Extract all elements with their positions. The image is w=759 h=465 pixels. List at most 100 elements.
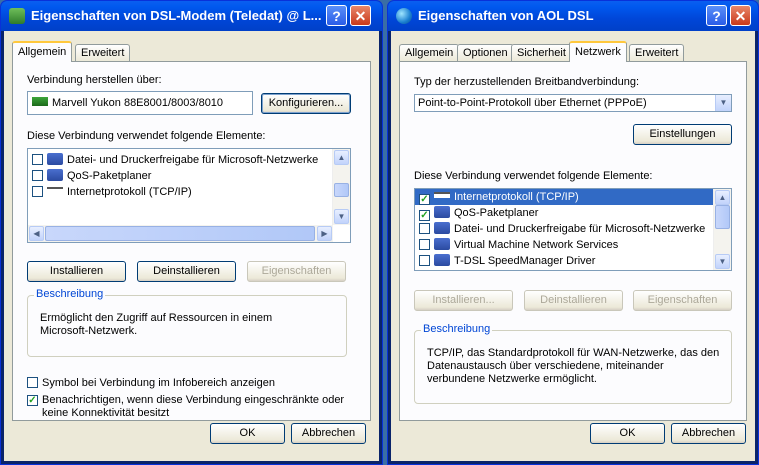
connection-type-label: Typ der herzustellenden Breitbandverbind… bbox=[414, 76, 640, 88]
dialog-client: Allgemein Optionen Sicherheit Netzwerk E… bbox=[391, 31, 755, 461]
scroll-up-icon[interactable]: ▲ bbox=[715, 190, 730, 205]
checkbox[interactable] bbox=[419, 223, 430, 234]
list-item-label: Internetprotokoll (TCP/IP) bbox=[67, 186, 192, 198]
list-item[interactable]: QoS-Paketplaner bbox=[28, 168, 333, 184]
description-legend: Beschreibung bbox=[34, 288, 106, 300]
list-item[interactable]: ✓ Internetprotokoll (TCP/IP) bbox=[415, 189, 714, 205]
cancel-button[interactable]: Abbrechen bbox=[291, 423, 366, 444]
description-text: TCP/IP, das Standardprotokoll für WAN-Ne… bbox=[427, 347, 720, 385]
show-icon-option[interactable]: Symbol bei Verbindung im Infobereich anz… bbox=[27, 377, 275, 389]
cancel-button[interactable]: Abbrechen bbox=[671, 423, 746, 444]
scroll-down-icon[interactable]: ▼ bbox=[715, 254, 730, 269]
list-item[interactable]: Virtual Machine Network Services bbox=[415, 237, 714, 253]
cancel-button-label: Abbrechen bbox=[301, 427, 356, 439]
tab-panel-allgemein: Verbindung herstellen über: Marvell Yuko… bbox=[12, 61, 371, 421]
tab-panel-netzwerk: Typ der herzustellenden Breitbandverbind… bbox=[399, 61, 747, 421]
properties-button[interactable]: Eigenschaften bbox=[247, 261, 346, 282]
list-item-label: Datei- und Druckerfreigabe für Microsoft… bbox=[454, 223, 706, 235]
scroll-left-icon[interactable]: ◀ bbox=[29, 226, 44, 241]
checkbox[interactable] bbox=[32, 154, 43, 165]
help-button[interactable]: ? bbox=[706, 5, 727, 26]
description-group: Beschreibung TCP/IP, das Standardprotoko… bbox=[414, 323, 732, 404]
connection-type-select[interactable]: Point-to-Point-Protokoll über Ethernet (… bbox=[414, 94, 732, 112]
title-bar[interactable]: Eigenschaften von DSL-Modem (Teledat) @ … bbox=[1, 1, 382, 31]
uninstall-button[interactable]: Deinstallieren bbox=[524, 290, 623, 311]
protocol-icon bbox=[47, 187, 63, 193]
show-icon-label: Symbol bei Verbindung im Infobereich anz… bbox=[42, 377, 275, 389]
list-item[interactable]: ✓ QoS-Paketplaner bbox=[415, 205, 714, 221]
cancel-button-label: Abbrechen bbox=[681, 427, 736, 439]
connection-type-value: Point-to-Point-Protokoll über Ethernet (… bbox=[418, 97, 647, 109]
scroll-down-icon[interactable]: ▼ bbox=[334, 209, 349, 224]
tab-optionen[interactable]: Optionen bbox=[457, 44, 514, 61]
scroll-thumb[interactable] bbox=[334, 183, 349, 197]
list-item[interactable]: Datei- und Druckerfreigabe für Microsoft… bbox=[28, 152, 333, 168]
settings-button-label: Einstellungen bbox=[649, 128, 716, 140]
scroll-thumb[interactable] bbox=[45, 226, 315, 241]
tab-allgemein[interactable]: Allgemein bbox=[12, 41, 73, 62]
scroll-up-icon[interactable]: ▲ bbox=[334, 150, 349, 165]
tab-sicherheit[interactable]: Sicherheit bbox=[511, 44, 572, 61]
install-button[interactable]: Installieren bbox=[27, 261, 126, 282]
aol-dsl-properties-window: Eigenschaften von AOL DSL ? ✕ Allgemein … bbox=[387, 0, 759, 465]
configure-button[interactable]: Konfigurieren... bbox=[261, 93, 351, 114]
close-button[interactable]: ✕ bbox=[730, 5, 751, 26]
description-group: Beschreibung Ermöglicht den Zugriff auf … bbox=[27, 288, 347, 357]
vertical-scrollbar[interactable]: ▲ ▼ bbox=[713, 189, 731, 270]
description-text: Ermöglicht den Zugriff auf Ressourcen in… bbox=[40, 312, 273, 337]
install-button[interactable]: Installieren... bbox=[414, 290, 513, 311]
scroll-right-icon[interactable]: ▶ bbox=[317, 226, 332, 241]
help-button[interactable]: ? bbox=[326, 5, 347, 26]
checkbox[interactable] bbox=[419, 255, 430, 266]
network-service-icon bbox=[47, 169, 63, 181]
show-icon-checkbox[interactable] bbox=[27, 377, 38, 388]
connect-via-label: Verbindung herstellen über: bbox=[27, 74, 162, 86]
title-bar[interactable]: Eigenschaften von AOL DSL ? ✕ bbox=[388, 1, 758, 31]
checkbox[interactable] bbox=[32, 186, 43, 197]
network-connection-icon bbox=[9, 8, 25, 24]
tab-erweitert[interactable]: Erweitert bbox=[75, 44, 131, 61]
checkbox[interactable] bbox=[32, 170, 43, 181]
elements-label: Diese Verbindung verwendet folgende Elem… bbox=[27, 130, 266, 142]
tab-netzwerk[interactable]: Netzwerk bbox=[569, 41, 627, 62]
ok-button[interactable]: OK bbox=[590, 423, 665, 444]
network-service-icon bbox=[434, 238, 450, 250]
network-service-icon bbox=[434, 206, 450, 218]
properties-button-label: Eigenschaften bbox=[647, 294, 718, 306]
globe-icon bbox=[396, 8, 412, 24]
components-list[interactable]: Datei- und Druckerfreigabe für Microsoft… bbox=[27, 148, 351, 243]
components-list[interactable]: ✓ Internetprotokoll (TCP/IP) ✓ QoS-Paketpl… bbox=[414, 188, 732, 271]
settings-button[interactable]: Einstellungen bbox=[633, 124, 732, 145]
ok-button[interactable]: OK bbox=[210, 423, 285, 444]
window-title: Eigenschaften von AOL DSL bbox=[418, 8, 594, 23]
properties-button[interactable]: Eigenschaften bbox=[633, 290, 732, 311]
tab-erweitert[interactable]: Erweitert bbox=[629, 44, 685, 61]
checkbox[interactable]: ✓ bbox=[419, 194, 430, 205]
close-button[interactable]: ✕ bbox=[350, 5, 371, 26]
elements-label: Diese Verbindung verwendet folgende Elem… bbox=[414, 170, 653, 182]
dialog-client: Allgemein Erweitert Verbindung herstelle… bbox=[4, 31, 379, 461]
horizontal-scrollbar[interactable]: ◀ ▶ bbox=[28, 225, 333, 242]
uninstall-button[interactable]: Deinstallieren bbox=[137, 261, 236, 282]
network-service-icon bbox=[47, 153, 63, 165]
network-service-icon bbox=[434, 222, 450, 234]
checkbox[interactable] bbox=[419, 239, 430, 250]
tab-allgemein[interactable]: Allgemein bbox=[399, 44, 460, 61]
scroll-thumb[interactable] bbox=[715, 205, 730, 229]
list-item-label: T-DSL SpeedManager Driver bbox=[454, 255, 596, 267]
install-button-label: Installieren bbox=[49, 265, 104, 277]
uninstall-button-label: Deinstallieren bbox=[540, 294, 607, 306]
properties-button-label: Eigenschaften bbox=[261, 265, 332, 277]
list-item[interactable]: Datei- und Druckerfreigabe für Microsoft… bbox=[415, 221, 714, 237]
vertical-scrollbar[interactable]: ▲ ▼ bbox=[332, 149, 350, 225]
list-item[interactable]: Internetprotokoll (TCP/IP) bbox=[28, 184, 333, 200]
dsl-modem-properties-window: Eigenschaften von DSL-Modem (Teledat) @ … bbox=[0, 0, 383, 465]
ok-button-label: OK bbox=[239, 427, 256, 439]
description-legend: Beschreibung bbox=[421, 323, 493, 335]
list-item[interactable]: T-DSL SpeedManager Driver bbox=[415, 253, 714, 269]
notify-checkbox[interactable]: ✓ bbox=[27, 395, 38, 406]
checkbox[interactable]: ✓ bbox=[419, 210, 430, 221]
protocol-icon bbox=[434, 192, 450, 198]
chevron-down-icon[interactable]: ▼ bbox=[715, 95, 731, 111]
notify-label: Benachrichtigen, wenn diese Verbindung e… bbox=[42, 394, 345, 419]
